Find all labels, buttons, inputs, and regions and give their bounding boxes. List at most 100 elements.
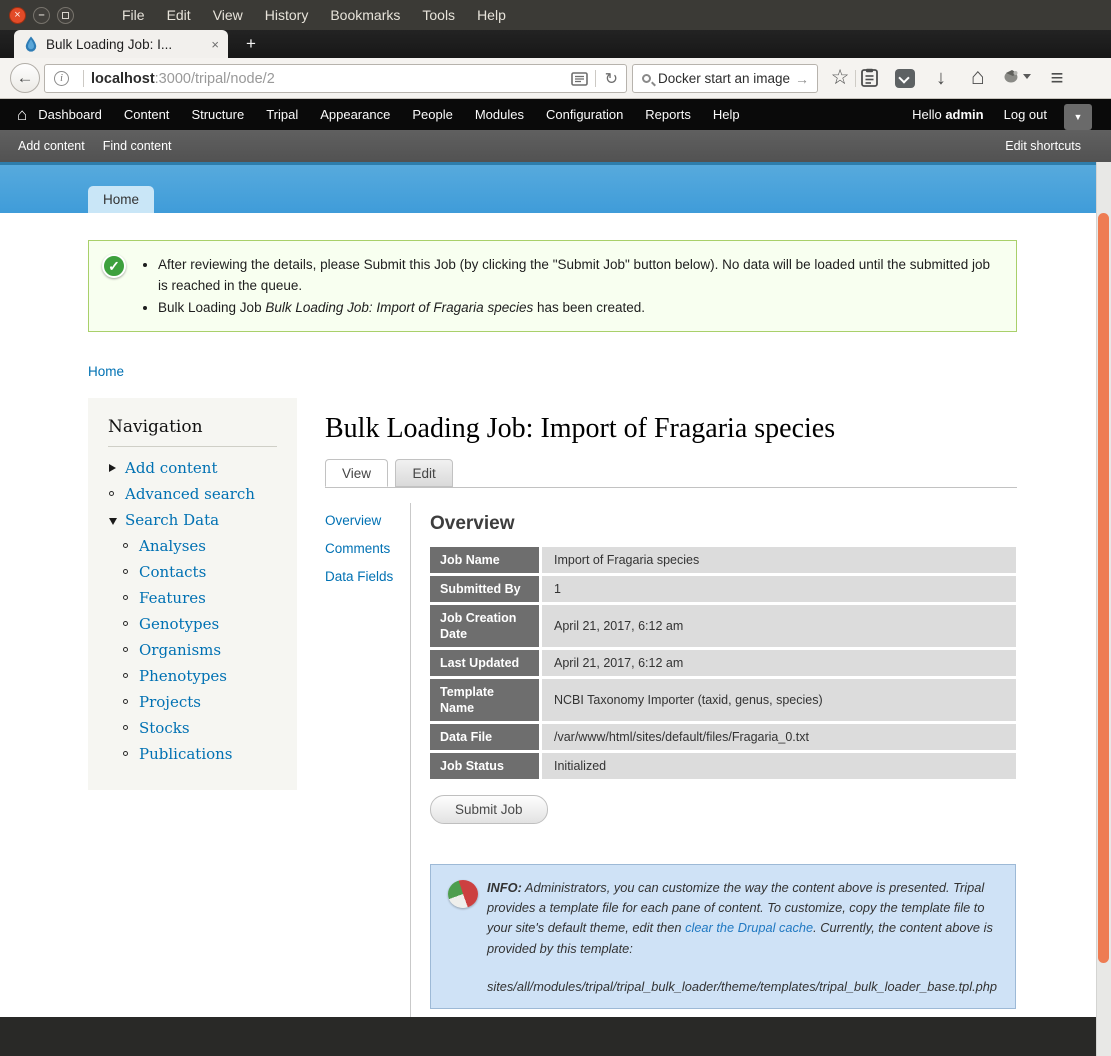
admin-item-tripal[interactable]: Tripal [255,107,309,122]
window-close-button[interactable]: × [9,7,26,24]
bookmarks-menu-icon[interactable] [861,68,878,87]
tab-close-icon[interactable]: × [211,37,219,52]
shortcut-find-content[interactable]: Find content [103,139,172,153]
scrollbar-thumb[interactable] [1098,213,1109,963]
sidebar-link[interactable]: Add content [125,459,218,477]
info-text: INFO: Administrators, you can customize … [487,878,999,959]
admin-home-icon[interactable]: ⌂ [17,105,27,125]
menu-history[interactable]: History [254,7,320,23]
site-info-icon[interactable]: i [54,71,69,86]
row-value: Import of Fragaria species [542,547,1016,576]
row-label: Last Updated [430,650,542,679]
sidebar-item-projects[interactable]: Projects [108,692,277,712]
sidebar-link[interactable]: Phenotypes [139,667,227,685]
sidebar-link[interactable]: Features [139,589,206,607]
table-row: Data File /var/www/html/sites/default/fi… [430,724,1016,753]
downloads-icon[interactable]: ↓ [930,66,952,90]
sidebar-link[interactable]: Contacts [139,563,206,581]
toolbar-toggle-button[interactable]: ▼ [1064,104,1092,130]
edit-shortcuts-link[interactable]: Edit shortcuts [1005,139,1081,153]
sidebar-link[interactable]: Search Data [125,511,219,529]
reader-mode-icon[interactable] [571,72,588,86]
hamburger-menu-icon[interactable]: ≡ [1044,66,1070,90]
subnav-comments[interactable]: Comments [325,541,410,556]
window-minimize-button[interactable]: – [33,7,50,24]
status-message: ✓ After reviewing the details, please Su… [88,240,1017,332]
username-link[interactable]: admin [945,107,983,122]
shortcut-add-content[interactable]: Add content [18,139,85,153]
sidebar-link[interactable]: Stocks [139,719,190,737]
sidebar-item-stocks[interactable]: Stocks [108,718,277,738]
divider [83,70,84,87]
sidebar-item-features[interactable]: Features [108,588,277,608]
pie-chart-icon [448,880,478,908]
sidebar-item-contacts[interactable]: Contacts [108,562,277,582]
greeting-text: Hello admin [912,107,984,122]
menu-edit[interactable]: Edit [156,7,202,23]
row-label: Job Status [430,753,542,782]
clear-cache-link[interactable]: clear the Drupal cache [685,920,813,935]
divider [855,70,856,87]
admin-item-people[interactable]: People [401,107,463,122]
admin-item-dashboard[interactable]: Dashboard [27,107,113,122]
navigation-list: Add content Advanced search Search Data … [108,458,277,764]
menu-file[interactable]: File [111,7,156,23]
sidebar-link[interactable]: Projects [139,693,201,711]
admin-item-appearance[interactable]: Appearance [309,107,401,122]
sidebar-link[interactable]: Analyses [139,537,206,555]
status-bullet: Bulk Loading Job Bulk Loading Job: Impor… [158,297,1002,318]
admin-item-modules[interactable]: Modules [464,107,535,122]
home-tab[interactable]: Home [88,186,154,213]
admin-item-help[interactable]: Help [702,107,751,122]
tab-edit[interactable]: Edit [395,459,452,487]
menu-view[interactable]: View [202,7,254,23]
sidebar-link[interactable]: Publications [139,745,233,763]
back-button[interactable]: ← [10,63,40,93]
logout-link[interactable]: Log out [1004,107,1047,122]
menubar: File Edit View History Bookmarks Tools H… [111,7,517,23]
submit-job-button[interactable]: Submit Job [430,795,548,824]
search-go-icon[interactable]: → [795,71,809,87]
sidebar-item-add-content[interactable]: Add content [108,458,277,478]
shortcut-bar: Add content Find content Edit shortcuts [0,130,1111,162]
tab-view[interactable]: View [325,459,388,487]
browser-tab[interactable]: Bulk Loading Job: I... × [14,30,228,58]
url-bar[interactable]: i localhost:3000/tripal/node/2 ↻ [44,64,627,93]
breadcrumb-home-link[interactable]: Home [88,364,124,379]
table-row: Job Name Import of Fragaria species [430,547,1016,576]
bookmark-star-icon[interactable]: ☆ [829,66,851,90]
admin-item-reports[interactable]: Reports [634,107,702,122]
pocket-icon[interactable] [895,69,915,88]
subnav-overview[interactable]: Overview [325,513,410,528]
row-value: 1 [542,576,1016,605]
subnav-data-fields[interactable]: Data Fields [325,569,410,584]
sidebar-item-search-data[interactable]: Search Data [108,510,277,530]
sidebar-item-phenotypes[interactable]: Phenotypes [108,666,277,686]
sidebar-link[interactable]: Organisms [139,641,221,659]
menu-help[interactable]: Help [466,7,517,23]
admin-item-structure[interactable]: Structure [180,107,255,122]
sidebar-link[interactable]: Advanced search [125,485,255,503]
menu-bookmarks[interactable]: Bookmarks [319,7,411,23]
sidebar-item-analyses[interactable]: Analyses [108,536,277,556]
page-content: ✓ After reviewing the details, please Su… [0,213,1096,1017]
sidebar-item-genotypes[interactable]: Genotypes [108,614,277,634]
admin-item-content[interactable]: Content [113,107,181,122]
table-row: Submitted By 1 [430,576,1016,605]
window-maximize-button[interactable] [57,7,74,24]
sidebar-item-publications[interactable]: Publications [108,744,277,764]
bullet-icon [123,621,128,626]
menu-tools[interactable]: Tools [411,7,466,23]
new-tab-button[interactable]: + [238,33,264,55]
extension-icon[interactable] [1003,69,1020,84]
sidebar-item-advanced-search[interactable]: Advanced search [108,484,277,504]
sidebar-link[interactable]: Genotypes [139,615,219,633]
reload-icon[interactable]: ↻ [605,69,618,89]
home-icon[interactable]: ⌂ [966,64,990,88]
search-bar[interactable]: Docker start an image → [632,64,818,93]
sidebar-item-organisms[interactable]: Organisms [108,640,277,660]
chevron-down-icon[interactable] [1023,74,1031,79]
url-host: localhost [91,71,155,87]
admin-item-configuration[interactable]: Configuration [535,107,634,122]
minimize-icon: – [38,10,44,21]
